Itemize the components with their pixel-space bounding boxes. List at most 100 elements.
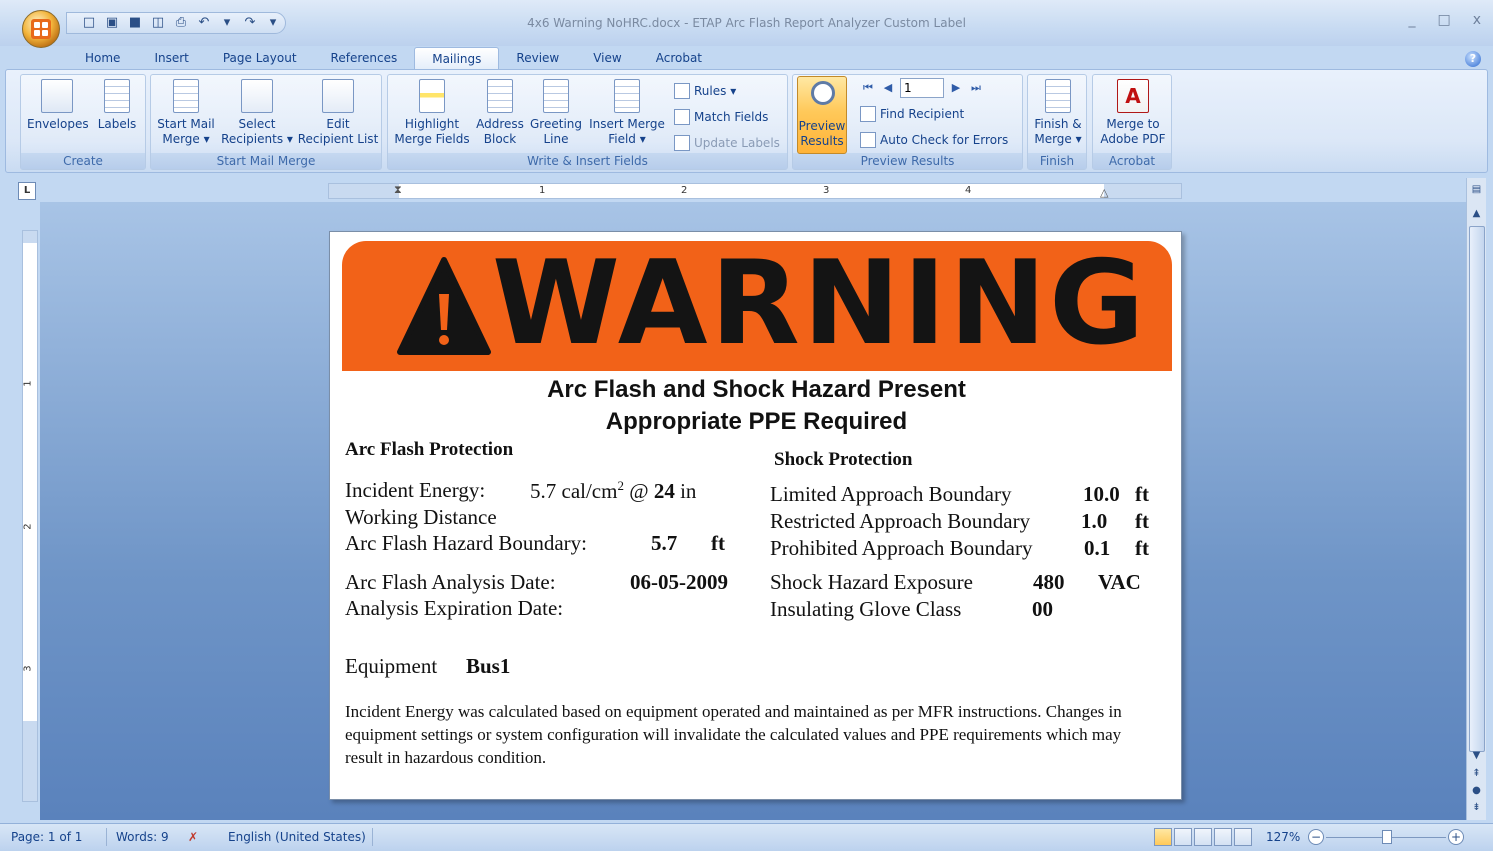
select-browse-object-icon[interactable]: ● xyxy=(1467,785,1486,796)
tab-references[interactable]: References xyxy=(314,47,415,70)
glove-class-label: Insulating Glove Class xyxy=(770,597,962,621)
zoom-level[interactable]: 127% xyxy=(1266,830,1300,844)
highlight-merge-fields-button[interactable]: Highlight Merge Fields xyxy=(392,79,472,147)
next-record-icon[interactable]: ▶ xyxy=(948,79,964,97)
highlight-label-2: Merge Fields xyxy=(394,132,470,146)
expiration-date-label: Analysis Expiration Date: xyxy=(345,596,564,620)
labels-icon xyxy=(104,79,130,113)
group-create: Envelopes Labels Create xyxy=(20,74,146,170)
start-merge-icon xyxy=(173,79,199,113)
find-recipient-button[interactable]: Find Recipient xyxy=(860,104,964,124)
word-count[interactable]: Words: 9 xyxy=(116,830,169,844)
ruler-number: 4 xyxy=(965,185,972,196)
insert-merge-field-button[interactable]: Insert Merge Field ▾ xyxy=(584,79,670,147)
shock-heading: Shock Protection xyxy=(774,449,913,470)
bottom-margin-area xyxy=(23,721,37,801)
horizontal-ruler[interactable]: 1 2 3 4 ⧗ △ xyxy=(328,183,1182,199)
match-fields-icon xyxy=(674,109,690,125)
warning-title: WARNING xyxy=(492,236,1148,371)
tab-home[interactable]: Home xyxy=(68,47,137,70)
select-recipients-label-2: Recipients ▾ xyxy=(221,132,293,146)
proofing-icon[interactable]: ✗ xyxy=(188,830,198,844)
first-record-icon[interactable]: ⏮ xyxy=(860,79,876,97)
rules-button[interactable]: Rules ▾ xyxy=(674,81,736,101)
help-icon[interactable]: ? xyxy=(1465,51,1481,67)
envelopes-label: Envelopes xyxy=(27,117,89,131)
afb-label: Arc Flash Hazard Boundary: xyxy=(345,531,588,555)
zoom-in-icon[interactable]: + xyxy=(1448,829,1464,845)
left-margin-area xyxy=(329,184,399,198)
tab-review[interactable]: Review xyxy=(499,47,576,70)
print-layout-icon[interactable] xyxy=(1154,828,1172,846)
incident-energy-value: 5.7 cal/cm2 @ 24 in xyxy=(530,478,696,504)
previous-record-icon[interactable]: ◀ xyxy=(880,79,896,97)
language-indicator[interactable]: English (United States) xyxy=(228,830,366,844)
finish-label-2: Merge ▾ xyxy=(1034,132,1082,146)
merge-to-pdf-button[interactable]: Merge toAdobe PDF xyxy=(1097,79,1169,147)
address-label-1: Address xyxy=(476,117,524,131)
page-count[interactable]: Page: 1 of 1 xyxy=(11,830,82,844)
edit-list-label-1: Edit xyxy=(326,117,350,131)
group-label-create: Create xyxy=(21,153,145,169)
next-page-icon[interactable]: ⇟ xyxy=(1467,802,1486,813)
last-record-icon[interactable]: ⏭ xyxy=(968,79,984,97)
tab-mailings[interactable]: Mailings xyxy=(414,47,500,70)
draft-view-icon[interactable] xyxy=(1234,828,1252,846)
status-separator xyxy=(372,828,373,846)
equipment-value: Bus1 xyxy=(466,654,511,678)
select-recipients-button[interactable]: Select Recipients ▾ xyxy=(217,79,297,147)
warning-banner: WARNING xyxy=(342,236,1172,371)
tab-insert[interactable]: Insert xyxy=(137,47,205,70)
web-layout-icon[interactable] xyxy=(1194,828,1212,846)
vertical-scrollbar[interactable]: ▤ ▲ ▼ ⇞ ● ⇟ xyxy=(1466,178,1486,820)
address-block-icon xyxy=(487,79,513,113)
record-number-input[interactable]: 1 xyxy=(900,78,944,98)
tab-view[interactable]: View xyxy=(576,47,638,70)
zoom-out-icon[interactable]: − xyxy=(1308,829,1324,845)
office-button[interactable] xyxy=(22,10,60,48)
ruler-number: 2 xyxy=(22,523,34,530)
update-labels-button[interactable]: Update Labels xyxy=(674,133,780,153)
tab-acrobat[interactable]: Acrobat xyxy=(639,47,719,70)
address-block-button[interactable]: Address Block xyxy=(472,79,528,147)
finish-merge-button[interactable]: Finish & Merge ▾ xyxy=(1030,79,1086,147)
maximize-button[interactable]: □ xyxy=(1437,12,1450,28)
envelopes-button[interactable]: Envelopes xyxy=(27,79,89,132)
outline-view-icon[interactable] xyxy=(1214,828,1232,846)
group-write-insert: Highlight Merge Fields Address Block Greet… xyxy=(387,74,788,170)
indent-marker-icon[interactable]: ⧗ xyxy=(394,183,402,197)
limited-approach-unit: ft xyxy=(1135,482,1149,506)
scroll-up-icon[interactable]: ▲ xyxy=(1467,208,1486,219)
edit-recipient-list-button[interactable]: Edit Recipient List xyxy=(295,79,381,147)
match-fields-button[interactable]: Match Fields xyxy=(674,107,768,127)
highlight-icon xyxy=(419,79,445,113)
auto-check-errors-button[interactable]: Auto Check for Errors xyxy=(860,130,1008,150)
previous-page-icon[interactable]: ⇞ xyxy=(1467,768,1486,779)
update-labels-icon xyxy=(674,135,690,151)
greeting-line-button[interactable]: Greeting Line xyxy=(528,79,584,147)
incident-energy-label: Incident Energy: xyxy=(345,478,486,502)
ruler-number: 3 xyxy=(22,665,34,672)
labels-button[interactable]: Labels xyxy=(95,79,139,132)
tab-page-layout[interactable]: Page Layout xyxy=(206,47,314,70)
insert-label-1: Insert Merge xyxy=(589,117,665,131)
start-mail-merge-button[interactable]: Start Mail Merge ▾ xyxy=(153,79,219,147)
title-bar: □ ▣ ■ ◫ ⎙ ↶ ▾ ↷ ▾ 4x6 Warning NoHRC.docx… xyxy=(0,0,1493,48)
group-label-acrobat: Acrobat xyxy=(1093,153,1171,169)
shock-exposure-value: 480 xyxy=(1033,570,1065,594)
preview-results-button[interactable]: Preview Results xyxy=(797,76,847,154)
tab-selector-button[interactable]: L xyxy=(18,182,36,200)
limited-approach-label: Limited Approach Boundary xyxy=(770,482,1012,506)
zoom-slider-thumb[interactable] xyxy=(1382,830,1392,844)
full-screen-reading-icon[interactable] xyxy=(1174,828,1192,846)
vertical-ruler[interactable]: 1 2 3 xyxy=(22,230,38,802)
close-button[interactable]: x xyxy=(1473,12,1481,28)
right-indent-marker-icon[interactable]: △ xyxy=(1100,186,1108,199)
ribbon: Envelopes Labels Create Start Mail Merge … xyxy=(5,69,1488,173)
document-page[interactable]: WARNING Arc Flash and Shock Hazard Prese… xyxy=(329,231,1182,800)
minimize-button[interactable]: _ xyxy=(1408,12,1415,28)
scroll-thumb[interactable] xyxy=(1469,226,1485,752)
scroll-down-icon[interactable]: ▼ xyxy=(1467,750,1486,761)
view-ruler-icon[interactable]: ▤ xyxy=(1467,184,1486,195)
ruler-number: 2 xyxy=(681,185,688,196)
